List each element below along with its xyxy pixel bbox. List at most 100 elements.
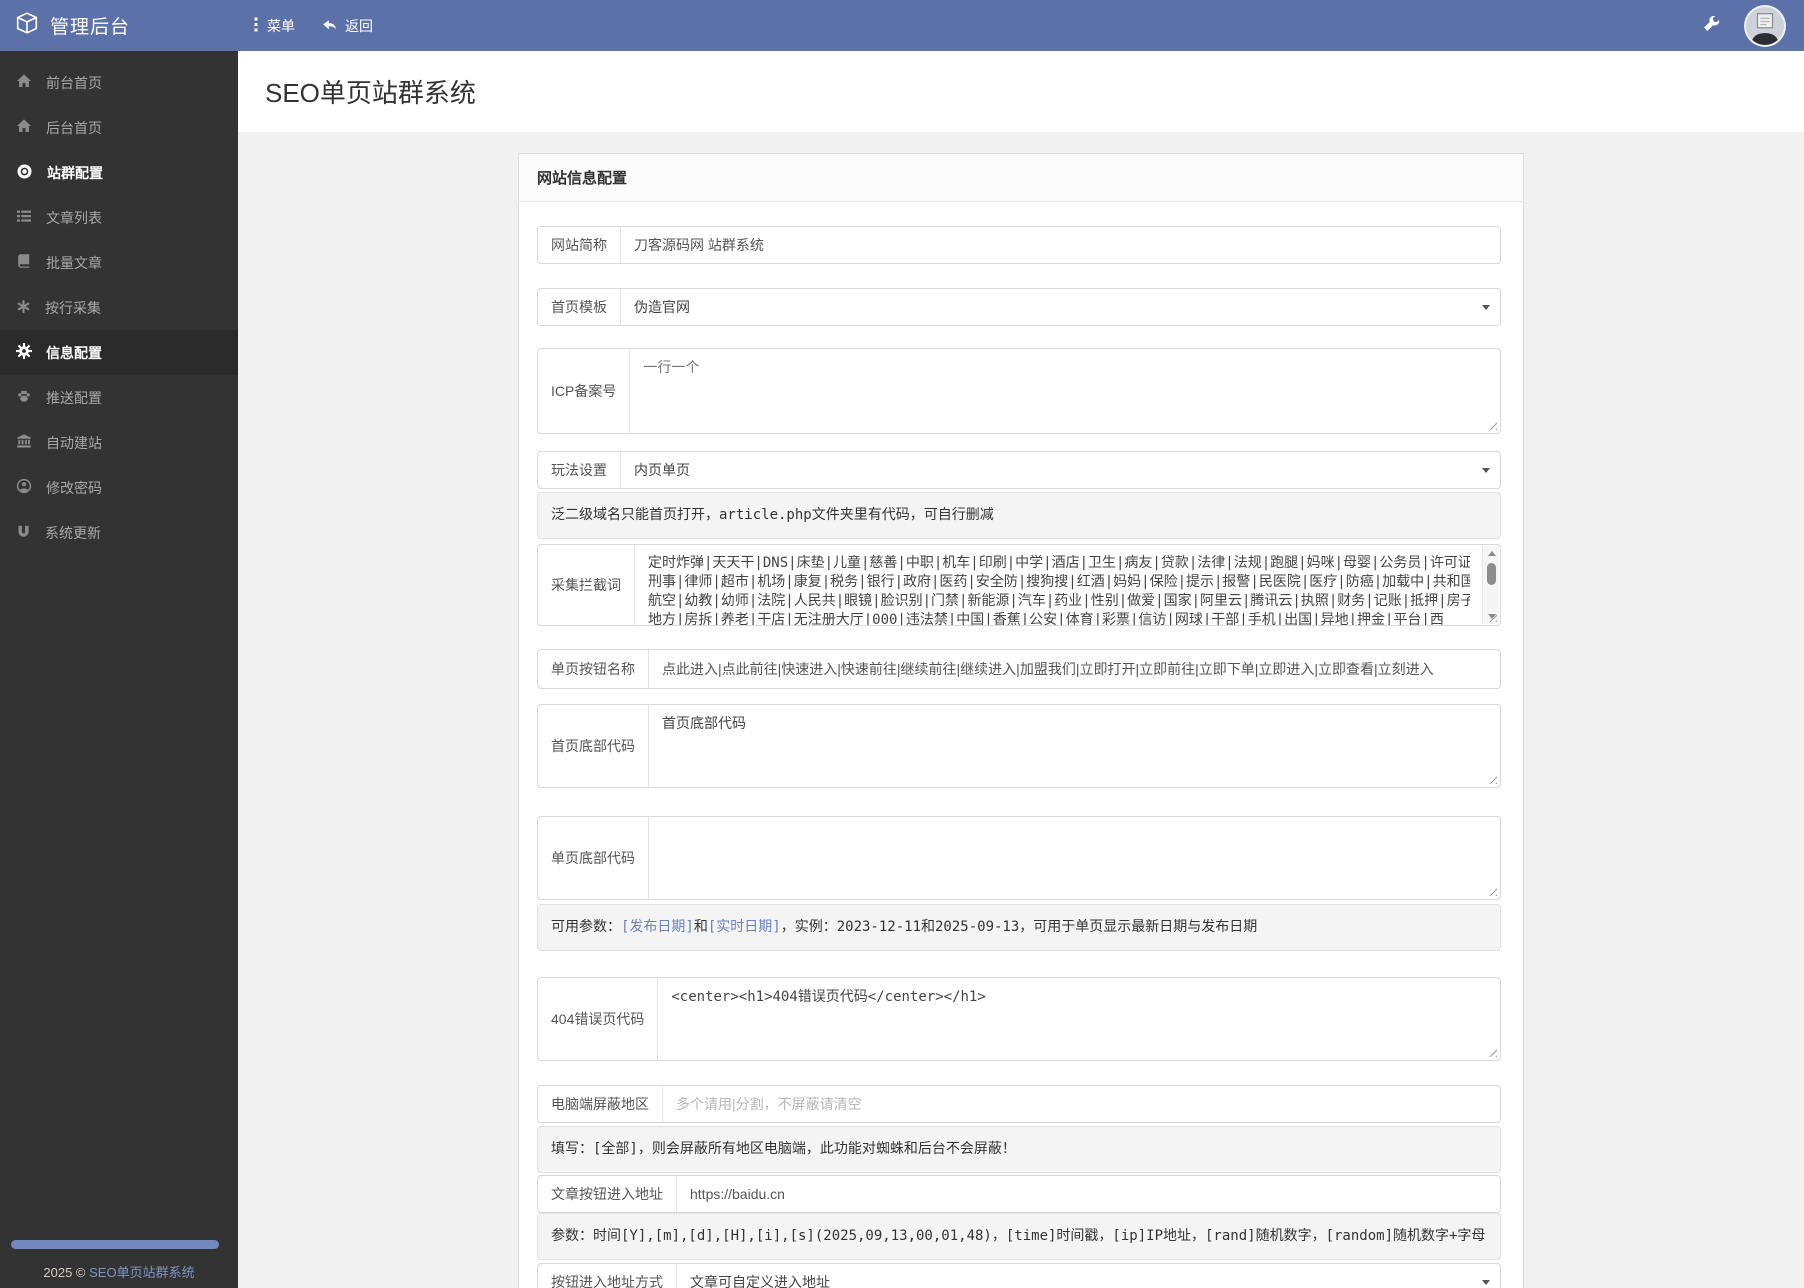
error404-textarea[interactable]: <center><h1>404错误页代码</center></h1> (658, 978, 1500, 1060)
field-icp: ICP备案号 (537, 348, 1501, 434)
sidebar-item-change-password[interactable]: 修改密码 (0, 465, 238, 510)
page-header: SEO单页站群系统 (238, 51, 1804, 132)
block-words-line: 刑事|律师|超市|机场|康复|税务|银行|政府|医药|安全防|搜狗搜|红酒|妈妈… (648, 574, 1470, 590)
field-label: 文章按钮进入地址 (538, 1176, 677, 1212)
selected-option: 内页单页 (634, 462, 690, 478)
book-icon (16, 253, 32, 272)
sidebar-item-label: 后台首页 (46, 119, 102, 136)
sidebar-item-label: 前台首页 (46, 74, 102, 91)
field-label: 玩法设置 (538, 452, 621, 488)
sidebar-item-push-config[interactable]: 推送配置 (0, 375, 238, 420)
field-pc-block-area: 电脑端屏蔽地区 (537, 1085, 1501, 1123)
field-site-name: 网站简称 (537, 226, 1501, 264)
block-words-textarea[interactable]: 定时炸弹|天天干|DNS|床垫|儿童|慈善|中职|机车|印刷|中学|酒店|卫生|… (635, 545, 1500, 625)
sidebar-item-line-collect[interactable]: 按行采集 (0, 285, 238, 330)
sidebar-item-front-home[interactable]: 前台首页 (0, 60, 238, 105)
list-icon (16, 208, 32, 227)
sidebar-item-sitegroup-config[interactable]: 站群配置 (0, 150, 238, 195)
icp-textarea[interactable] (630, 349, 1500, 433)
article-button-url-hint: 参数：时间[Y],[m],[d],[H],[i],[s](2025,09,13,… (537, 1213, 1501, 1260)
page-footer-code-textarea[interactable] (649, 817, 1500, 899)
sidebar-item-label: 批量文章 (46, 254, 102, 271)
sidebar-scrollbar-thumb[interactable] (11, 1240, 219, 1249)
play-mode-hint: 泛二级域名只能首页打开，article.php文件夹里有代码，可自行删减 (537, 492, 1501, 539)
sidebar-item-batch-articles[interactable]: 批量文章 (0, 240, 238, 285)
article-button-url-input[interactable] (677, 1176, 1500, 1212)
field-label: 网站简称 (538, 227, 621, 263)
sidebar-item-article-list[interactable]: 文章列表 (0, 195, 238, 240)
sidebar-item-label: 系统更新 (45, 524, 101, 541)
paw-icon (16, 388, 32, 407)
scrollbar-thumb[interactable] (1486, 563, 1496, 585)
field-label: ICP备案号 (538, 349, 631, 433)
content-area: 网站信息配置 网站简称 首页模板 伪造官网 ICP备案号 (238, 132, 1804, 1288)
menu-icon (252, 17, 260, 35)
field-label: 电脑端屏蔽地区 (538, 1086, 663, 1122)
field-page-footer-code: 单页底部代码 (537, 816, 1501, 900)
back-label: 返回 (345, 17, 373, 34)
field-label: 按钮进入地址方式 (538, 1264, 677, 1288)
sidebar-item-label: 自动建站 (46, 434, 102, 451)
main-area: SEO单页站群系统 网站信息配置 网站简称 首页模板 伪造官网 ICP备案号 (238, 51, 1804, 1288)
wrench-icon[interactable] (1703, 15, 1720, 37)
field-label: 首页模板 (538, 289, 621, 325)
scroll-down-icon[interactable] (1483, 609, 1500, 624)
avatar[interactable] (1744, 4, 1786, 47)
sidebar-item-system-update[interactable]: 系统更新 (0, 510, 238, 555)
sidebar-item-label: 站群配置 (47, 164, 103, 181)
brand[interactable]: 管理后台 (0, 11, 238, 40)
sidebar-menu: 前台首页 后台首页 站群配置 文章列表 批量文章 按行采集 信息配置 推送配置 … (0, 51, 238, 555)
sidebar-item-label: 修改密码 (46, 479, 102, 496)
page-title: SEO单页站群系统 (265, 78, 476, 108)
home-footer-code-textarea[interactable]: 首页底部代码 (649, 705, 1500, 787)
top-nav: 菜单 返回 (238, 16, 373, 36)
field-label: 单页按钮名称 (538, 650, 649, 688)
chrome-icon (16, 163, 33, 183)
menu-toggle[interactable]: 菜单 (252, 16, 295, 36)
block-words-line: 航空|幼教|幼师|法院|人民共|眼镜|脸识别|门禁|新能源|汽车|药业|性别|做… (648, 593, 1470, 609)
copyright-text: 2025 © (43, 1265, 90, 1280)
home-template-select[interactable]: 伪造官网 (621, 289, 1500, 325)
field-home-template: 首页模板 伪造官网 (537, 288, 1501, 326)
selected-option: 伪造官网 (634, 299, 690, 315)
field-button-url-mode: 按钮进入地址方式 文章可自定义进入地址 (537, 1263, 1501, 1288)
topbar-right (1703, 4, 1804, 47)
publish-date-link[interactable]: [发布日期] (621, 919, 694, 935)
pc-block-area-input[interactable] (663, 1086, 1500, 1122)
home-icon (16, 118, 32, 137)
button-url-mode-select[interactable]: 文章可自定义进入地址 (677, 1264, 1500, 1288)
back-button[interactable]: 返回 (321, 16, 373, 36)
field-button-names: 单页按钮名称 (537, 649, 1501, 689)
selected-option: 文章可自定义进入地址 (690, 1274, 830, 1288)
hint-text: 可用参数： (551, 919, 621, 935)
block-words-line: 定时炸弹|天天干|DNS|床垫|儿童|慈善|中职|机车|印刷|中学|酒店|卫生|… (648, 555, 1470, 571)
hint-text: ，实例：2023-12-11和2025-09-13，可用于单页显示最新日期与发布… (780, 919, 1258, 935)
sidebar-item-label: 文章列表 (46, 209, 102, 226)
brand-title: 管理后台 (50, 17, 131, 38)
realtime-date-link[interactable]: [实时日期] (708, 919, 781, 935)
play-mode-select[interactable]: 内页单页 (621, 452, 1500, 488)
sidebar-item-info-config[interactable]: 信息配置 (0, 330, 238, 375)
block-words-line: 地方|房拆|养老|干店|无注册大厅|000|违法禁|中国|香蕉|公安|体育|彩票… (648, 612, 1444, 625)
sidebar: 前台首页 后台首页 站群配置 文章列表 批量文章 按行采集 信息配置 推送配置 … (0, 51, 238, 1288)
cube-icon (15, 11, 39, 40)
pc-block-area-hint: 填写：[全部]，则会屏蔽所有地区电脑端，此功能对蜘蛛和后台不会屏蔽！ (537, 1126, 1501, 1173)
sidebar-item-admin-home[interactable]: 后台首页 (0, 105, 238, 150)
sidebar-item-label: 推送配置 (46, 389, 102, 406)
menu-label: 菜单 (267, 17, 295, 34)
button-names-input[interactable] (649, 650, 1500, 688)
panel-title: 网站信息配置 (519, 154, 1523, 202)
footer-link[interactable]: SEO单页站群系统 (89, 1265, 194, 1280)
field-label: 单页底部代码 (538, 817, 649, 899)
scroll-up-icon[interactable] (1483, 546, 1500, 561)
site-info-form: 网站简称 首页模板 伪造官网 ICP备案号 玩法设置 内页单页 (519, 202, 1523, 1288)
site-info-panel: 网站信息配置 网站简称 首页模板 伪造官网 ICP备案号 (518, 153, 1524, 1288)
textarea-scrollbar[interactable] (1482, 546, 1499, 624)
sidebar-item-label: 信息配置 (46, 344, 102, 361)
magnet-icon (16, 524, 31, 542)
site-name-input[interactable] (621, 227, 1500, 263)
sidebar-item-auto-build[interactable]: 自动建站 (0, 420, 238, 465)
top-bar: 管理后台 菜单 返回 (0, 0, 1804, 51)
gear-icon (16, 343, 32, 362)
back-arrow-icon (321, 17, 338, 35)
